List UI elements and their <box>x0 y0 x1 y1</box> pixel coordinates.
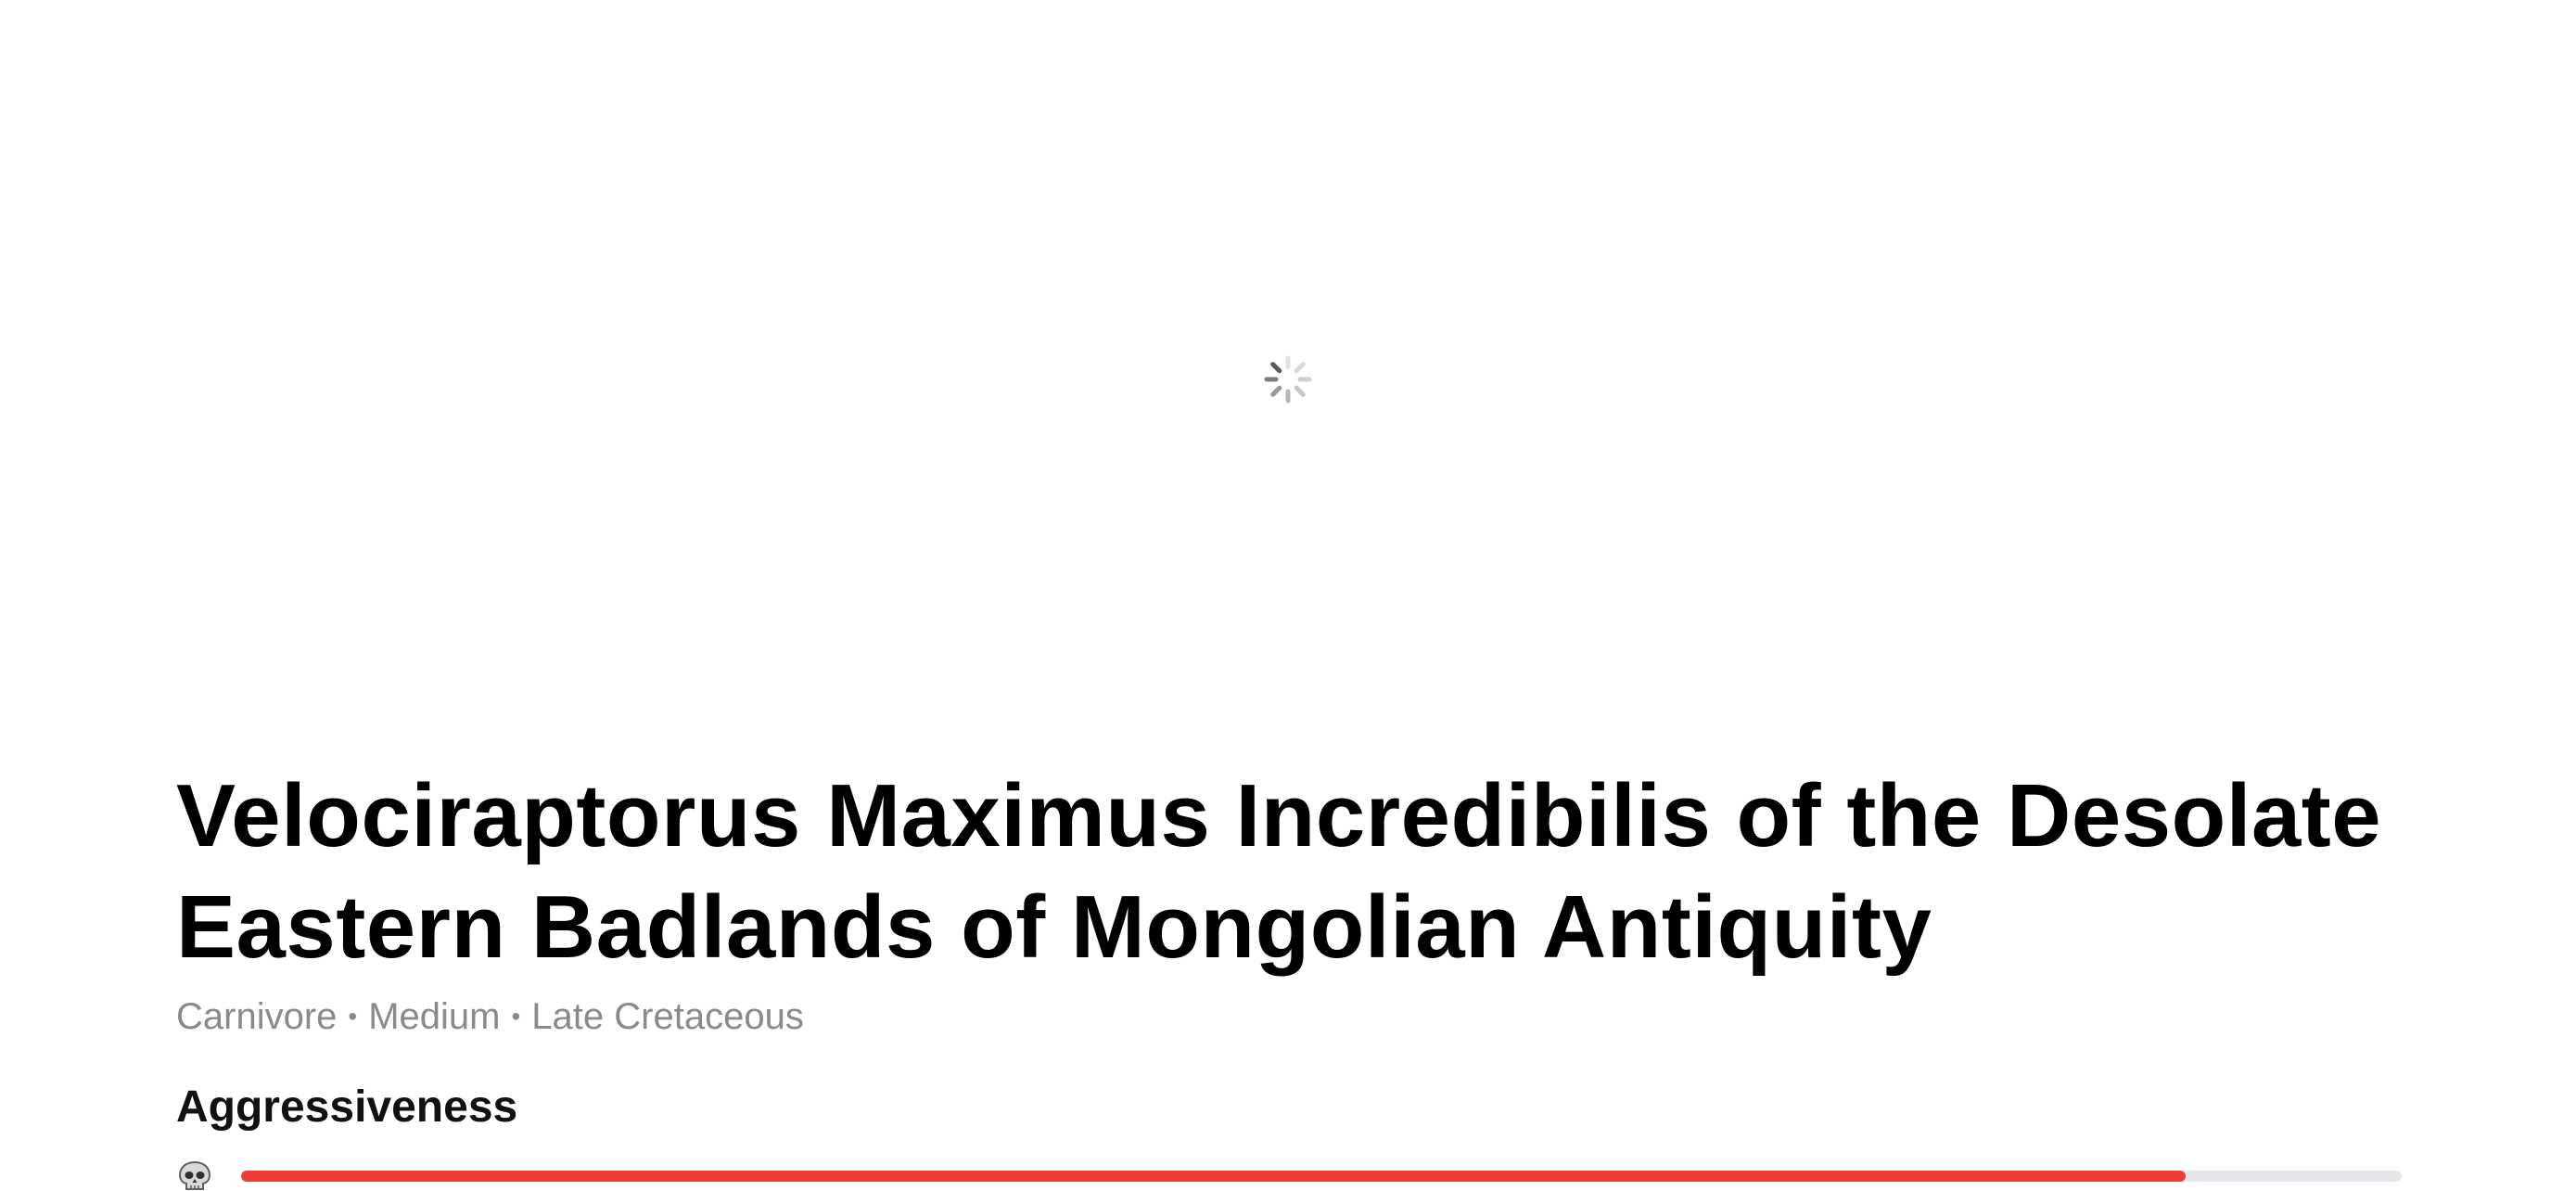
meta-separator: • <box>348 1002 358 1031</box>
dinosaur-detail-page: Velociraptorus Maximus Incredibilis of t… <box>0 0 2576 1191</box>
period-label: Late Cretaceous <box>531 996 804 1037</box>
meta-separator: • <box>511 1002 521 1031</box>
size-label: Medium <box>368 996 501 1037</box>
dinosaur-meta: Carnivore • Medium • Late Cretaceous <box>176 992 2402 1041</box>
aggressiveness-track <box>241 1171 2402 1182</box>
diet-label: Carnivore <box>176 996 338 1037</box>
aggressiveness-meter <box>176 1158 2411 1191</box>
aggressiveness-fill <box>241 1171 2186 1182</box>
spinner-icon <box>1264 355 1312 403</box>
hero-image-area <box>0 0 2576 751</box>
dinosaur-info: Velociraptorus Maximus Incredibilis of t… <box>176 761 2402 1133</box>
page-title: Velociraptorus Maximus Incredibilis of t… <box>176 766 2382 977</box>
aggressiveness-heading: Aggressiveness <box>176 1082 518 1132</box>
skull-icon <box>178 1160 211 1190</box>
